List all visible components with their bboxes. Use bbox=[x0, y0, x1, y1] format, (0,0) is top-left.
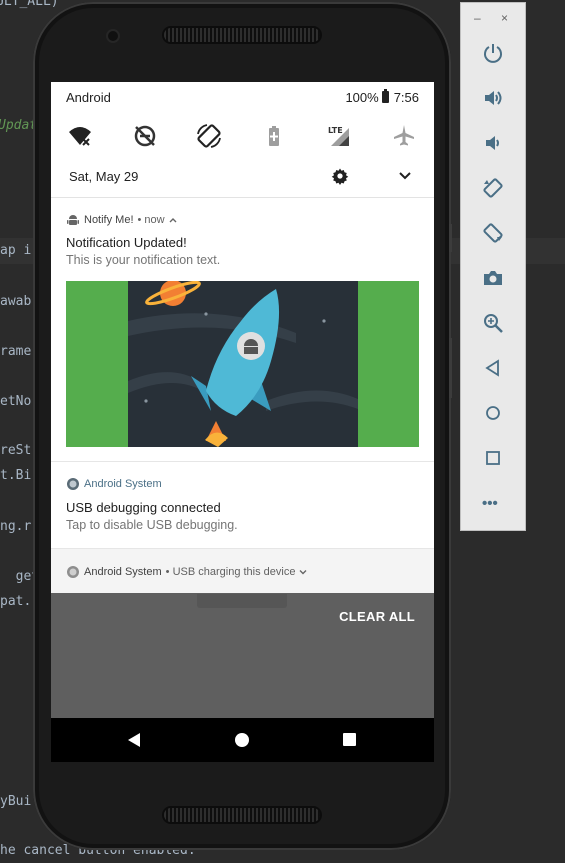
android-system-icon bbox=[67, 478, 79, 490]
notification-subtext: • USB charging this device bbox=[165, 566, 296, 578]
clock: 7:56 bbox=[393, 90, 419, 105]
code-line: yBui bbox=[0, 794, 32, 809]
wifi-off-icon[interactable] bbox=[66, 122, 94, 150]
chevron-up-icon[interactable] bbox=[169, 216, 177, 224]
side-button bbox=[449, 224, 452, 252]
code-line: pat. bbox=[0, 594, 32, 609]
code-line: awab bbox=[0, 294, 32, 309]
code-line: rame bbox=[0, 344, 32, 359]
notification-card[interactable]: Android System • USB charging this devic… bbox=[51, 549, 434, 593]
quick-settings-panel: LTE Sat, May 29 bbox=[51, 112, 434, 198]
notification-header: Android System • USB charging this devic… bbox=[66, 565, 307, 579]
status-right: 100% 7:56 bbox=[345, 89, 419, 105]
side-button bbox=[449, 338, 452, 398]
notification-header: Android System bbox=[66, 477, 162, 491]
rocket-illustration bbox=[66, 281, 419, 447]
clear-all-button[interactable]: CLEAR ALL bbox=[339, 609, 415, 624]
code-line: ULT_ALL) bbox=[0, 0, 59, 9]
chevron-down-icon[interactable] bbox=[396, 167, 414, 185]
home-icon[interactable] bbox=[482, 402, 504, 424]
svg-text:LTE: LTE bbox=[328, 126, 343, 135]
minimize-button[interactable]: – bbox=[474, 11, 481, 25]
home-icon[interactable] bbox=[235, 733, 249, 747]
android-robot-icon bbox=[67, 215, 79, 225]
notification-header: Notify Me! • now bbox=[66, 213, 177, 227]
lte-signal-icon[interactable]: LTE bbox=[325, 122, 353, 150]
notification-app-name: Android System bbox=[84, 566, 162, 578]
notification-time: • now bbox=[137, 214, 165, 226]
notification-title: Notification Updated! bbox=[66, 235, 187, 250]
recents-icon[interactable] bbox=[343, 733, 356, 746]
code-line: Updat bbox=[0, 118, 38, 133]
code-line: reSt bbox=[0, 443, 32, 458]
volume-down-icon[interactable] bbox=[482, 132, 504, 154]
rotate-right-icon[interactable] bbox=[482, 222, 504, 244]
notification-text: This is your notification text. bbox=[66, 253, 221, 267]
back-icon[interactable] bbox=[127, 733, 141, 747]
close-button[interactable]: × bbox=[501, 11, 508, 25]
zoom-icon[interactable] bbox=[482, 312, 504, 334]
notification-text: Tap to disable USB debugging. bbox=[66, 518, 238, 532]
status-bar: Android 100% 7:56 bbox=[51, 82, 434, 112]
code-line: ng.r bbox=[0, 519, 32, 534]
front-camera bbox=[108, 31, 118, 41]
notification-card[interactable]: Notify Me! • now Notification Updated! T… bbox=[51, 198, 434, 462]
carrier-label: Android bbox=[66, 90, 111, 105]
code-line: t.Bi bbox=[0, 468, 32, 483]
earpiece-speaker bbox=[164, 28, 320, 42]
notification-app-name: Notify Me! bbox=[84, 214, 134, 226]
overview-icon[interactable] bbox=[482, 447, 504, 469]
rotate-left-icon[interactable] bbox=[482, 177, 504, 199]
power-icon[interactable] bbox=[482, 42, 504, 64]
code-line: etNo bbox=[0, 394, 32, 409]
notification-card[interactable]: Android System USB debugging connected T… bbox=[51, 462, 434, 549]
android-system-icon bbox=[67, 566, 79, 578]
battery-saver-icon[interactable] bbox=[260, 122, 288, 150]
code-line: ap i bbox=[0, 243, 32, 258]
notification-title: USB debugging connected bbox=[66, 500, 221, 515]
dnd-off-icon[interactable] bbox=[131, 122, 159, 150]
auto-rotate-icon[interactable] bbox=[195, 122, 223, 150]
device-screen: Android 100% 7:56 LTE Sat, May 29 Notify… bbox=[51, 82, 434, 762]
notification-app-name: Android System bbox=[84, 478, 162, 490]
scrim-handle bbox=[197, 594, 287, 608]
more-options-button[interactable]: ••• bbox=[482, 495, 498, 512]
back-icon[interactable] bbox=[482, 357, 504, 379]
volume-up-icon[interactable] bbox=[482, 87, 504, 109]
emulator-toolbar: – × ••• bbox=[460, 2, 526, 531]
gear-icon[interactable] bbox=[331, 167, 349, 185]
date-label: Sat, May 29 bbox=[69, 169, 139, 184]
screenshot-icon[interactable] bbox=[482, 267, 504, 289]
battery-percent: 100% bbox=[345, 90, 379, 105]
bottom-speaker bbox=[164, 808, 320, 822]
chevron-down-icon[interactable] bbox=[299, 568, 307, 576]
battery-icon bbox=[381, 89, 389, 103]
navigation-bar bbox=[51, 718, 434, 762]
airplane-mode-icon[interactable] bbox=[390, 122, 418, 150]
